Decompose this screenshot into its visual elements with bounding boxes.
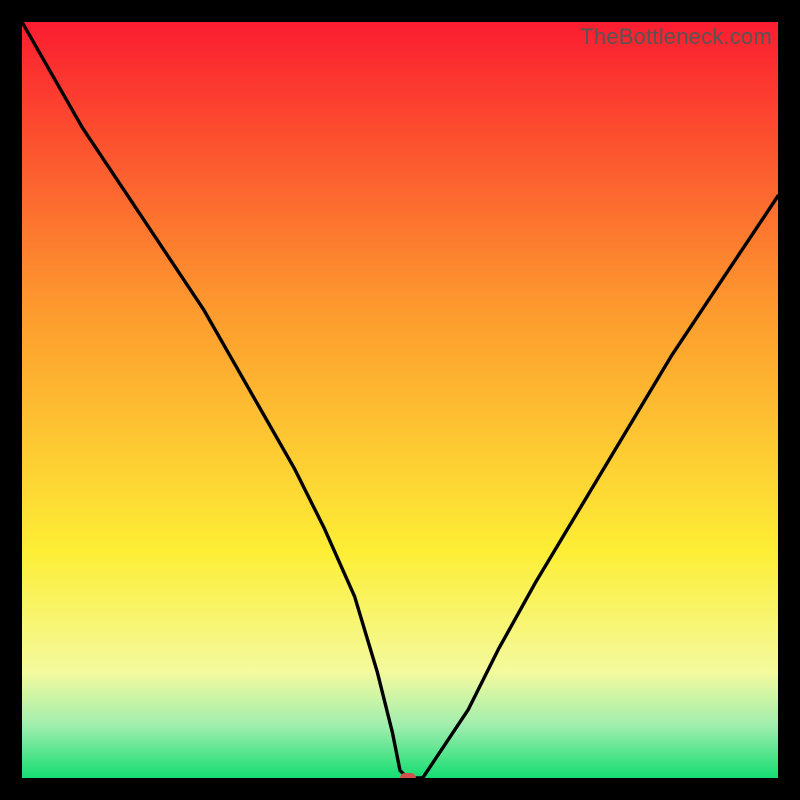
plot-area: TheBottleneck.com <box>22 22 778 778</box>
optimal-point-marker <box>400 773 416 778</box>
chart-stage: TheBottleneck.com <box>0 0 800 800</box>
bottleneck-curve <box>22 22 778 778</box>
watermark-text: TheBottleneck.com <box>580 24 772 50</box>
curve-layer <box>22 22 778 778</box>
